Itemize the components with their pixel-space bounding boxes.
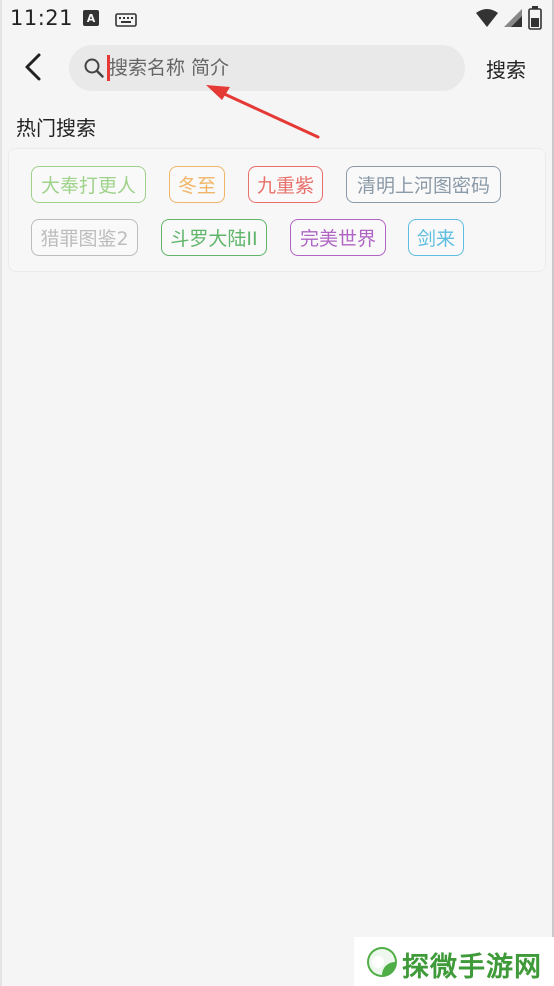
watermark-logo-icon <box>367 947 397 977</box>
wifi-icon <box>475 8 499 32</box>
status-time: 11:21 <box>10 6 74 30</box>
screen-left-edge <box>0 0 2 986</box>
tag-label: 斗罗大陆II <box>170 228 258 250</box>
tag-label: 完美世界 <box>299 228 376 250</box>
tag-label: 清明上河图密码 <box>356 175 490 197</box>
battery-icon <box>528 6 542 34</box>
hot-search-tag[interactable]: 斗罗大陆II <box>161 219 267 256</box>
watermark: 探微手游网 <box>354 937 554 986</box>
annotation-arrow-icon <box>206 85 320 139</box>
signal-icon <box>503 8 523 32</box>
watermark-text: 探微手游网 <box>402 952 542 983</box>
tag-label: 猎罪图鉴2 <box>40 228 129 250</box>
hot-search-tag[interactable]: 清明上河图密码 <box>346 166 501 203</box>
back-button[interactable] <box>16 50 50 84</box>
hot-search-title: 热门搜索 <box>16 116 96 140</box>
hot-search-tag[interactable]: 冬至 <box>169 166 225 203</box>
tag-label: 大奉打更人 <box>40 175 136 197</box>
tag-label: 冬至 <box>177 175 216 197</box>
tag-label: 九重紫 <box>256 175 314 197</box>
chevron-left-icon <box>25 53 41 81</box>
hot-search-tag[interactable]: 九重紫 <box>248 166 323 203</box>
keyboard-icon <box>115 12 137 31</box>
search-button[interactable]: 搜索 <box>486 54 526 83</box>
hot-search-tag[interactable]: 完美世界 <box>290 219 386 256</box>
tag-label: 剑来 <box>416 228 455 250</box>
notification-a-icon: A <box>83 10 99 26</box>
status-bar: 11:21 A <box>0 0 554 38</box>
hot-search-tag[interactable]: 剑来 <box>408 219 464 256</box>
search-icon <box>84 58 104 78</box>
hot-search-tag[interactable]: 大奉打更人 <box>31 166 146 203</box>
text-cursor <box>107 55 110 81</box>
hot-search-tag[interactable]: 猎罪图鉴2 <box>31 219 138 256</box>
